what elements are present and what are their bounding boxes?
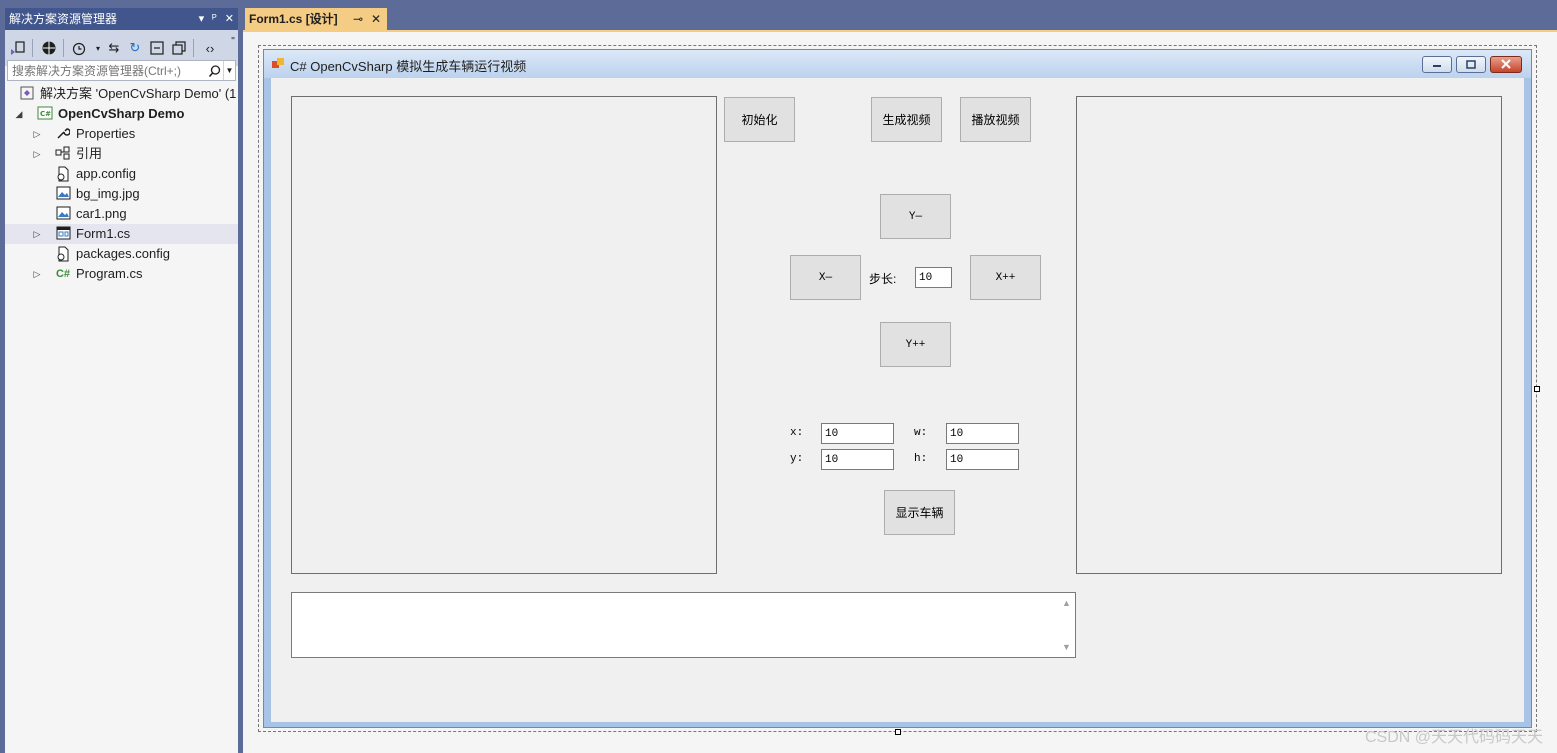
tree-item-packages-config[interactable]: packages.config bbox=[5, 244, 238, 264]
show-car-button[interactable]: 显示车辆 bbox=[884, 490, 955, 535]
tree-item-solution[interactable]: 解决方案 'OpenCvSharp Demo' (1 bbox=[5, 84, 238, 104]
init-button[interactable]: 初始化 bbox=[724, 97, 795, 142]
solution-icon bbox=[19, 86, 35, 102]
play-video-button[interactable]: 播放视频 bbox=[960, 97, 1031, 142]
tree-item-label: Form1.cs bbox=[76, 226, 131, 241]
csharp-file-icon: C# bbox=[55, 268, 71, 280]
x-minus-button[interactable]: X— bbox=[790, 255, 861, 300]
tree-item-label: OpenCvSharp Demo bbox=[58, 106, 185, 121]
close-tab-icon[interactable]: ✕ bbox=[371, 8, 381, 30]
tree-item-properties[interactable]: ▷ Properties bbox=[5, 124, 238, 144]
y-plus-button[interactable]: Y++ bbox=[880, 322, 951, 367]
y-minus-button[interactable]: Y— bbox=[880, 194, 951, 239]
tree-item-bg-img[interactable]: bg_img.jpg bbox=[5, 184, 238, 204]
x-plus-button[interactable]: X++ bbox=[970, 255, 1041, 300]
expand-arrow-icon[interactable]: ▷ bbox=[31, 224, 43, 244]
code-icon[interactable]: ‹› bbox=[201, 39, 219, 57]
generate-video-button[interactable]: 生成视频 bbox=[871, 97, 942, 142]
pin-tab-icon[interactable]: ⊸ bbox=[353, 8, 363, 30]
minimize-icon[interactable] bbox=[1422, 56, 1452, 73]
x-label: x: bbox=[790, 427, 804, 439]
config-file-icon bbox=[55, 246, 71, 262]
tab-form1-design[interactable]: Form1.cs [设计] ⊸ ✕ bbox=[245, 8, 387, 30]
refresh-icon[interactable]: ↻ bbox=[126, 39, 144, 57]
scroll-up-icon[interactable]: ▲ bbox=[1058, 595, 1075, 611]
csdn-watermark: CSDN @天天代码码天天 bbox=[1364, 729, 1543, 746]
history-icon[interactable] bbox=[70, 39, 88, 57]
tree-item-label: bg_img.jpg bbox=[76, 186, 140, 201]
w-input[interactable] bbox=[946, 423, 1019, 444]
pin-icon[interactable]: ᴾ bbox=[212, 8, 217, 30]
tree-item-references[interactable]: ▷ 引用 bbox=[5, 144, 238, 164]
solution-explorer-title: 解决方案资源管理器 ▾ ᴾ ✕ bbox=[5, 8, 238, 30]
form-icon bbox=[55, 226, 71, 242]
search-input[interactable] bbox=[8, 61, 203, 80]
globe-icon[interactable] bbox=[40, 39, 58, 57]
tree-item-car1[interactable]: car1.png bbox=[5, 204, 238, 224]
form-title: C# OpenCvSharp 模拟生成车辆运行视频 bbox=[290, 59, 527, 74]
designed-form-window[interactable]: C# OpenCvSharp 模拟生成车辆运行视频 初始化 生成视频 播放视频 … bbox=[263, 49, 1532, 728]
expand-arrow-icon[interactable]: ▷ bbox=[31, 124, 43, 144]
tree-item-form1[interactable]: ▷ Form1.cs bbox=[5, 224, 238, 244]
collapse-all-icon[interactable] bbox=[148, 39, 166, 57]
w-label: w: bbox=[914, 427, 928, 439]
solution-explorer-panel: 解决方案资源管理器 ▾ ᴾ ✕ ▾ ⇆ ↻ ‹› " 搜索解决方案资源管理器(C… bbox=[5, 8, 238, 753]
tree-item-label: app.config bbox=[76, 166, 136, 181]
resize-handle-right[interactable] bbox=[1534, 386, 1540, 392]
copy-icon[interactable] bbox=[170, 39, 188, 57]
tree-item-label: 引用 bbox=[76, 146, 103, 161]
search-options-dropdown-icon[interactable]: ▼ bbox=[223, 61, 235, 80]
y-label: y: bbox=[790, 453, 804, 465]
tree-item-project[interactable]: ◢ C# OpenCvSharp Demo bbox=[5, 104, 238, 124]
tab-label: Form1.cs [设计] bbox=[249, 12, 338, 26]
panel-title: 解决方案资源管理器 bbox=[9, 12, 118, 26]
expand-arrow-icon[interactable]: ▷ bbox=[31, 264, 43, 284]
image-file-icon bbox=[55, 186, 71, 202]
log-scrollbar[interactable]: ▲ ▼ bbox=[1058, 593, 1075, 657]
sync-icon[interactable]: ⇆ bbox=[105, 39, 123, 57]
wrench-icon bbox=[55, 126, 71, 142]
y-input[interactable] bbox=[821, 449, 894, 470]
maximize-icon[interactable] bbox=[1456, 56, 1486, 73]
solution-tree: 解决方案 'OpenCvSharp Demo' (1 ◢ C# OpenCvSh… bbox=[5, 84, 238, 753]
document-area: Form1.cs [设计] ⊸ ✕ C# OpenCvSharp 模拟生成车辆运… bbox=[243, 0, 1557, 753]
panel-title-buttons: ▾ ᴾ ✕ bbox=[199, 8, 234, 30]
search-icon[interactable] bbox=[206, 62, 222, 79]
tree-item-app-config[interactable]: app.config bbox=[5, 164, 238, 184]
x-input[interactable] bbox=[821, 423, 894, 444]
close-window-icon[interactable] bbox=[1490, 56, 1522, 73]
image-file-icon bbox=[55, 206, 71, 222]
log-textbox[interactable]: ▲ ▼ bbox=[291, 592, 1076, 658]
form-designer-surface: C# OpenCvSharp 模拟生成车辆运行视频 初始化 生成视频 播放视频 … bbox=[243, 32, 1557, 753]
h-input[interactable] bbox=[946, 449, 1019, 470]
h-label: h: bbox=[914, 453, 928, 465]
tree-item-label: packages.config bbox=[76, 246, 170, 261]
collapse-arrow-icon[interactable]: ◢ bbox=[13, 104, 25, 124]
solution-search-box[interactable]: ▼ bbox=[7, 60, 236, 81]
scroll-down-icon[interactable]: ▼ bbox=[1058, 639, 1075, 655]
toolbar-overflow-icon[interactable]: " bbox=[224, 32, 242, 50]
tree-item-program[interactable]: ▷ C# Program.cs bbox=[5, 264, 238, 284]
svg-text:C#: C# bbox=[40, 110, 51, 118]
step-label: 步长: bbox=[869, 272, 897, 286]
source-picture-box bbox=[291, 96, 717, 574]
form-client-area: 初始化 生成视频 播放视频 Y— X— 步长: X++ Y++ x: w: y:… bbox=[271, 78, 1524, 722]
csharp-project-icon: C# bbox=[37, 106, 53, 122]
config-file-icon bbox=[55, 166, 71, 182]
form-title-bar: C# OpenCvSharp 模拟生成车辆运行视频 bbox=[264, 50, 1531, 78]
window-position-dropdown-icon[interactable]: ▾ bbox=[199, 8, 205, 30]
tree-item-label: Program.cs bbox=[76, 266, 143, 281]
close-icon[interactable]: ✕ bbox=[225, 8, 234, 30]
references-icon bbox=[55, 146, 71, 162]
tree-item-label: car1.png bbox=[76, 206, 127, 221]
resize-handle-bottom[interactable] bbox=[895, 729, 901, 735]
step-input[interactable] bbox=[915, 267, 952, 288]
form-app-icon bbox=[272, 58, 284, 68]
tree-item-label: Properties bbox=[76, 126, 136, 141]
expand-arrow-icon[interactable]: ▷ bbox=[31, 144, 43, 164]
result-picture-box bbox=[1076, 96, 1502, 574]
tree-item-label: 解决方案 'OpenCvSharp Demo' (1 bbox=[40, 86, 237, 101]
switch-views-icon[interactable] bbox=[9, 39, 27, 57]
